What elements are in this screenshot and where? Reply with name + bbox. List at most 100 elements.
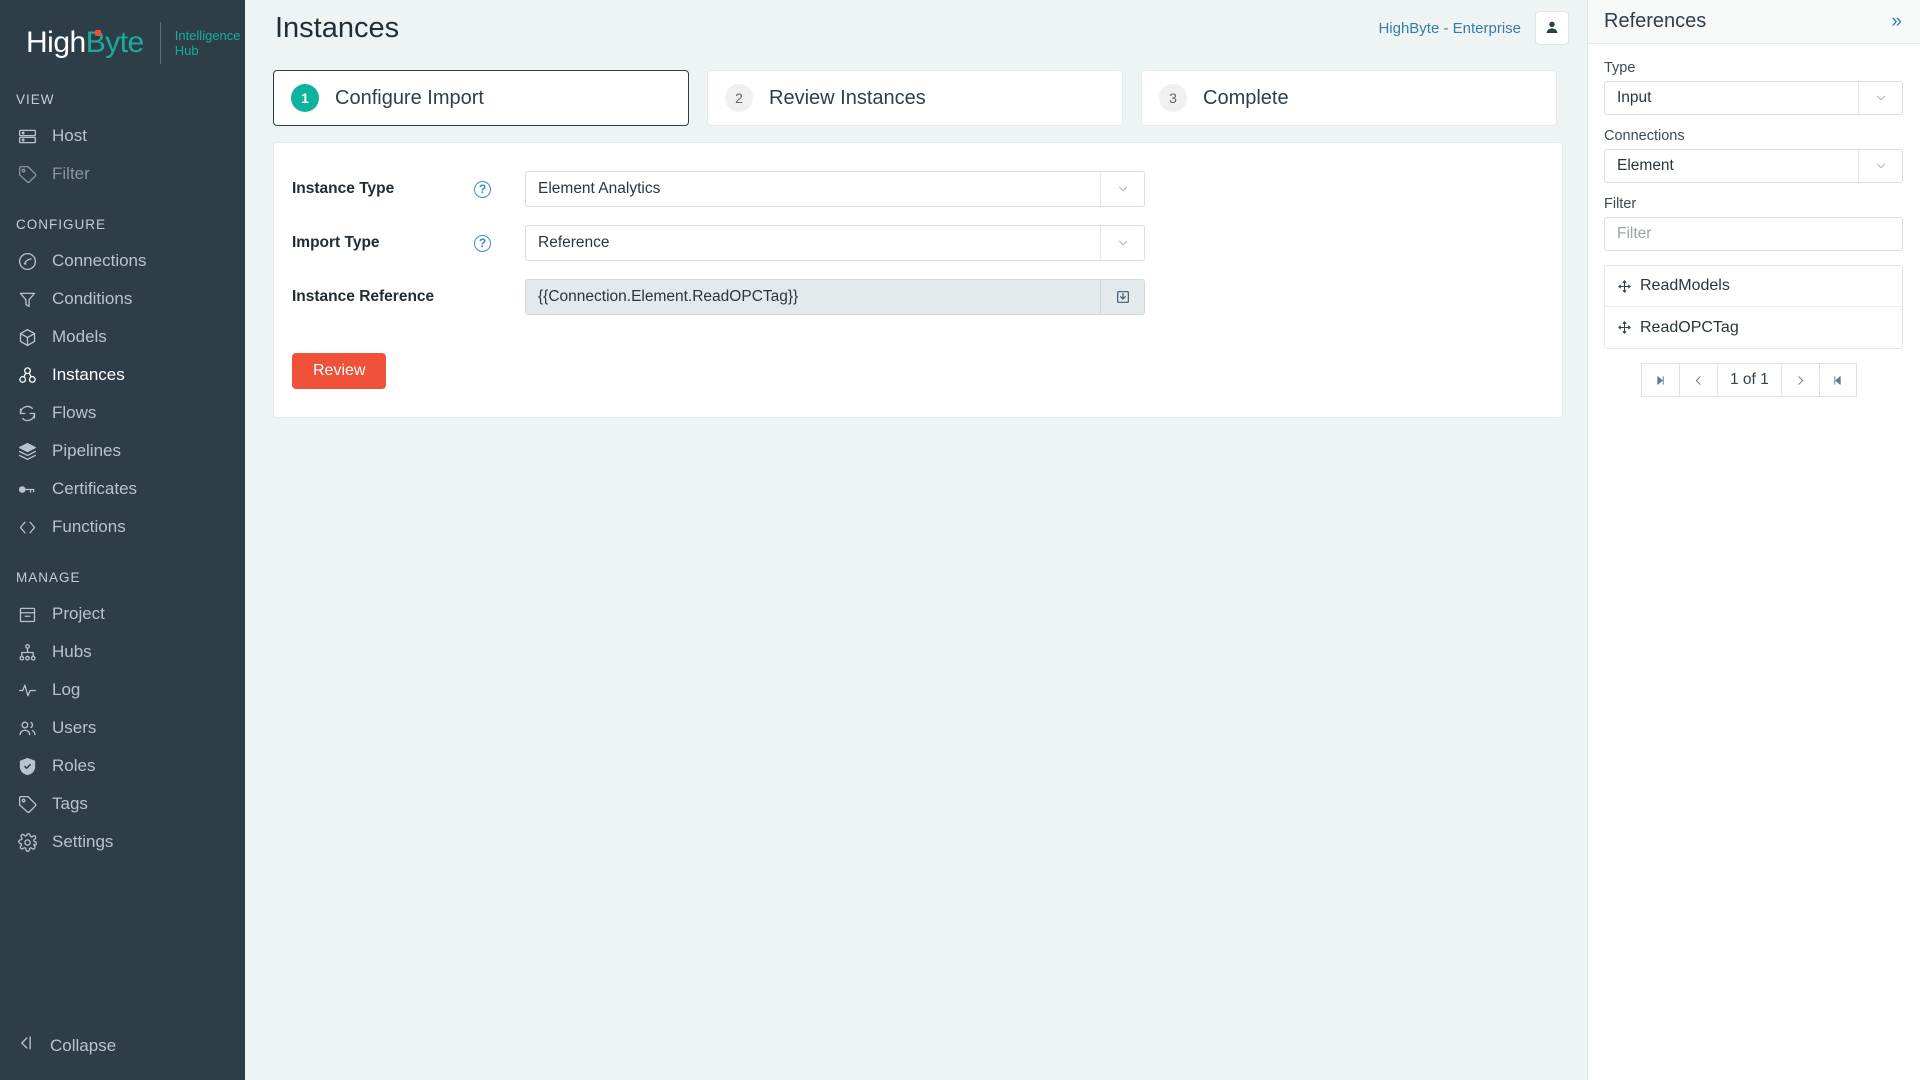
instance-type-help-icon[interactable]: ? [474,180,491,198]
sidebar-item-label: Tags [52,794,88,813]
instances-icon [16,364,38,386]
brand-subtitle-line1: Intelligence [174,28,241,43]
code-icon [16,516,38,538]
sidebar-item-label: Log [52,680,81,699]
sidebar-collapse-button[interactable]: Collapse [0,1033,245,1058]
activity-icon [16,679,38,701]
sidebar-item-users[interactable]: Users [0,709,245,747]
tenant-label: HighByte - Enterprise [1378,19,1521,37]
references-panel-header: References » [1588,0,1920,44]
move-arrows-icon[interactable] [1617,320,1632,335]
references-list-item[interactable]: ReadModels [1605,266,1902,307]
refresh-icon [16,402,38,424]
page-next-button[interactable] [1780,363,1819,397]
sidebar-item-roles[interactable]: Roles [0,747,245,785]
sidebar-item-label: Project [52,604,105,623]
references-list-item-label: ReadModels [1640,277,1730,294]
sidebar-item-project[interactable]: Project [0,595,245,633]
references-filter-label: Filter [1604,196,1637,212]
wizard-step-2[interactable]: 2 Review Instances [707,70,1123,126]
sidebar-item-settings[interactable]: Settings [0,823,245,861]
references-type-group: Type Input [1604,60,1903,115]
wizard-step-label: Review Instances [769,86,926,109]
gear-icon [16,831,38,853]
sidebar-item-label: Conditions [52,289,133,308]
shield-check-icon [16,755,38,777]
top-bar: Instances HighByte - Enterprise [245,0,1587,56]
cube-icon [16,326,38,348]
instance-reference-field[interactable]: {{Connection.Element.ReadOPCTag}} [525,279,1145,315]
wizard-step-1[interactable]: 1 Configure Import [273,70,689,126]
funnel-icon [16,288,38,310]
instance-type-select[interactable]: Element Analytics [525,171,1145,207]
users-icon [16,717,38,739]
references-panel: References » Type Input Connections Elem… [1587,0,1920,1080]
archive-icon [16,603,38,625]
user-icon [1544,19,1560,38]
configure-import-panel: Instance Type ? Element Analytics Import… [273,142,1563,418]
page-first-button[interactable] [1641,363,1679,397]
import-type-help-icon[interactable]: ? [474,234,491,252]
main-content: 1 Configure Import 2 Review Instances 3 Compl… [245,56,1587,1080]
import-download-icon[interactable] [1100,280,1144,314]
references-list: ReadModels ReadOPCTag [1604,265,1903,349]
sidebar-item-label: Pipelines [52,441,121,460]
references-filter-input[interactable] [1604,217,1903,251]
wizard-step-label: Configure Import [335,86,484,109]
hierarchy-icon [16,641,38,663]
references-filter-group: Filter [1604,196,1903,251]
sidebar-item-label: Roles [52,756,96,775]
sidebar-item-filter[interactable]: Filter [0,155,245,193]
references-panel-title: References [1604,10,1707,32]
sidebar-item-label: Connections [52,251,147,270]
sidebar-item-label: Users [52,718,97,737]
sidebar-item-label: Filter [52,164,90,183]
sidebar-item-tags[interactable]: Tags [0,785,245,823]
instance-reference-row: Instance Reference {{Connection.Element.… [274,277,1562,317]
import-type-select[interactable]: Reference [525,225,1145,261]
wizard-step-number: 2 [725,84,753,112]
sidebar-item-conditions[interactable]: Conditions [0,280,245,318]
sidebar-item-host[interactable]: Host [0,117,245,155]
sidebar-item-models[interactable]: Models [0,318,245,356]
import-type-row: Import Type ? Reference [274,223,1562,263]
sidebar-item-instances[interactable]: Instances [0,356,245,394]
move-arrows-icon[interactable] [1617,279,1632,294]
brand-logo[interactable]: HighByte Intelligence Hub [0,0,245,68]
references-type-label: Type [1604,60,1636,76]
chevron-down-icon [1100,226,1144,260]
sidebar-item-pipelines[interactable]: Pipelines [0,432,245,470]
import-type-label: Import Type [292,234,380,251]
references-list-item[interactable]: ReadOPCTag [1605,307,1902,348]
page-last-button[interactable] [1818,363,1857,397]
page-prev-button[interactable] [1679,363,1717,397]
sidebar-item-log[interactable]: Log [0,671,245,709]
server-icon [16,125,38,147]
sidebar-item-certificates[interactable]: Certificates [0,470,245,508]
wizard-stepper: 1 Configure Import 2 Review Instances 3 Compl… [273,70,1557,126]
brand-subtitle-line2: Hub [174,43,199,58]
sidebar-item-label: Certificates [52,479,138,498]
references-connections-select[interactable]: Element [1604,149,1903,183]
review-button[interactable]: Review [292,353,387,389]
sidebar-item-functions[interactable]: Functions [0,508,245,546]
references-connections-value: Element [1617,157,1674,174]
references-panel-body: Type Input Connections Element Filter Fi… [1588,44,1920,397]
wizard-step-3[interactable]: 3 Complete [1141,70,1557,126]
tag-icon [16,793,38,815]
top-bar-right: HighByte - Enterprise [1378,11,1569,45]
references-connections-group: Connections Element [1604,128,1903,183]
sidebar-item-label: Host [52,126,87,145]
chevron-double-right-icon[interactable]: » [1891,12,1902,31]
sidebar-item-flows[interactable]: Flows [0,394,245,432]
brand-subtitle: Intelligence Hub [175,28,241,58]
references-type-select[interactable]: Input [1604,81,1903,115]
page-indicator: 1 of 1 [1717,363,1781,397]
chevron-down-icon [1858,82,1902,114]
sidebar-section-title-view: VIEW [16,92,55,107]
wizard-step-number: 3 [1159,84,1187,112]
sidebar-item-connections[interactable]: Connections [0,242,245,280]
chevron-down-icon [1100,172,1144,206]
user-menu-button[interactable] [1535,11,1569,45]
sidebar-item-hubs[interactable]: Hubs [0,633,245,671]
